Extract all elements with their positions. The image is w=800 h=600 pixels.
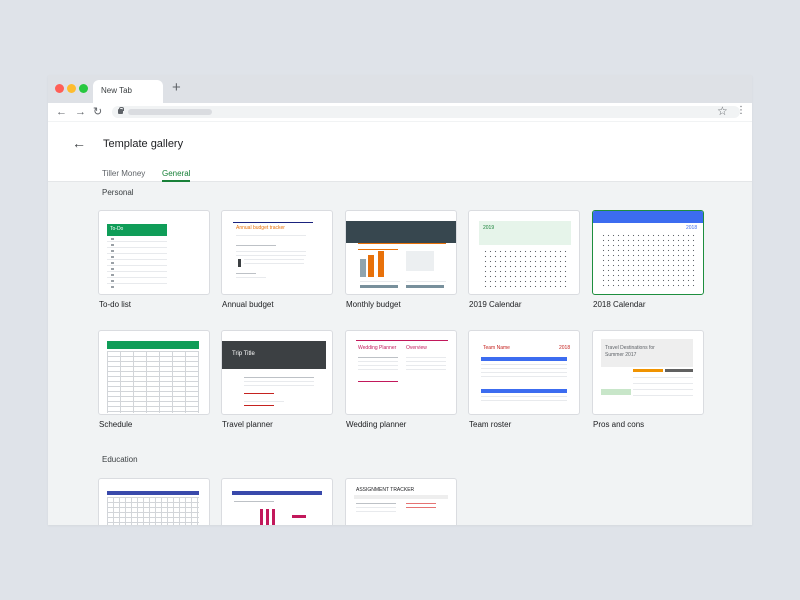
- template-thumbnail: Wedding Planner Overview: [345, 330, 457, 415]
- tab-title: New Tab: [101, 86, 132, 95]
- template-name: Wedding planner: [346, 420, 407, 429]
- maximize-window-button[interactable]: [79, 84, 88, 93]
- bookmark-star-icon[interactable]: ☆: [717, 104, 728, 118]
- template-thumbnail: Team Name 2018: [468, 330, 580, 415]
- template-name: Team roster: [469, 420, 512, 429]
- thumb-trip-title: Trip Title: [232, 351, 255, 357]
- browser-toolbar: ← → ↻ ☆ ⋮: [48, 103, 752, 121]
- url-placeholder: [128, 109, 212, 115]
- thumb-todo-title: To-Do: [110, 226, 124, 232]
- section-title-personal: Personal: [102, 188, 134, 197]
- new-tab-icon[interactable]: +: [172, 79, 181, 97]
- template-name: Travel planner: [222, 420, 273, 429]
- thumb-2019-year: 2019: [483, 225, 495, 231]
- active-tab-indicator: [162, 180, 190, 182]
- close-window-button[interactable]: [55, 84, 64, 93]
- tab-general[interactable]: General: [162, 169, 190, 178]
- thumb-pros-title-1: Travel Destinations for: [605, 345, 655, 351]
- template-thumbnail: [221, 478, 333, 525]
- thumb-roster-year: 2018: [559, 345, 571, 351]
- reload-icon[interactable]: ↻: [93, 105, 102, 119]
- address-bar[interactable]: [112, 106, 740, 118]
- template-thumbnail: Travel Destinations for Summer 2017: [592, 330, 704, 415]
- tab-strip: New Tab +: [48, 75, 752, 103]
- thumb-pros-title-2: Summer 2017: [605, 352, 637, 358]
- tab-tiller-money[interactable]: Tiller Money: [102, 169, 145, 178]
- template-name: 2019 Calendar: [469, 300, 522, 309]
- template-thumbnail: Annual budget tracker: [221, 210, 333, 295]
- template-thumbnail: 2019: [468, 210, 580, 295]
- template-name: 2018 Calendar: [593, 300, 646, 309]
- back-arrow-icon[interactable]: ←: [72, 135, 86, 151]
- back-arrow-icon[interactable]: ←: [56, 105, 67, 119]
- thumb-roster-title: Team Name: [483, 345, 510, 351]
- page-title: Template gallery: [103, 138, 184, 150]
- thumb-assignment-title: ASSIGNMENT TRACKER: [356, 487, 415, 493]
- template-name: Pros and cons: [593, 420, 645, 429]
- template-thumbnail: ASSIGNMENT TRACKER: [345, 478, 457, 525]
- thumb-wedding-title: Wedding Planner: [358, 345, 397, 351]
- template-thumbnail: Trip Title: [221, 330, 333, 415]
- forward-arrow-icon[interactable]: →: [75, 105, 86, 119]
- template-thumbnail: To-Do: [98, 210, 210, 295]
- thumb-2018-year: 2018: [686, 225, 698, 231]
- thumb-budget-title: Annual budget tracker: [236, 225, 285, 231]
- lock-icon: [118, 107, 124, 114]
- browser-window: New Tab + ← → ↻ ☆ ⋮ ← Template gallery T…: [48, 75, 752, 525]
- template-name: To-do list: [99, 300, 132, 309]
- template-name: Annual budget: [222, 300, 274, 309]
- section-title-education: Education: [102, 455, 138, 464]
- template-thumbnail: 2018: [592, 210, 704, 295]
- browser-tab[interactable]: New Tab: [93, 80, 163, 103]
- template-thumbnail: [98, 330, 210, 415]
- thumb-wedding-sub: Overview: [406, 345, 427, 351]
- template-thumbnail: [98, 478, 210, 525]
- minimize-window-button[interactable]: [67, 84, 76, 93]
- template-name: Schedule: [99, 420, 133, 429]
- template-thumbnail: [345, 210, 457, 295]
- template-name: Monthly budget: [346, 300, 401, 309]
- page-header: ← Template gallery Tiller Money General: [48, 122, 752, 182]
- browser-menu-icon[interactable]: ⋮: [736, 104, 746, 118]
